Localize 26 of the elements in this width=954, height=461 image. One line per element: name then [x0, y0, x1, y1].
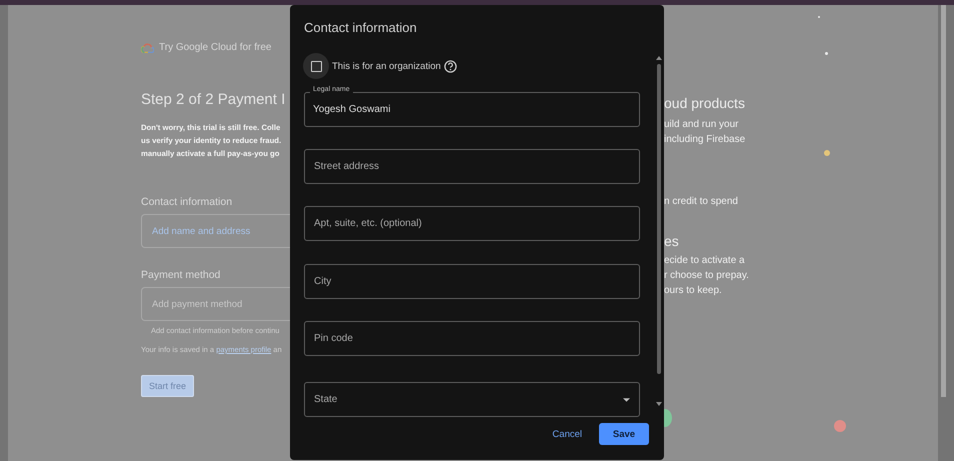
brand-title: Try Google Cloud for free — [159, 42, 272, 53]
body-text: including Firebase — [664, 133, 746, 147]
body-text: uild and run your — [664, 118, 740, 132]
input-field[interactable]: City — [304, 264, 640, 299]
body-text: ours to keep. — [664, 284, 723, 298]
section-heading: oud products — [664, 95, 746, 111]
input-field[interactable]: Apt, suite, etc. (optional) — [304, 206, 640, 241]
body-text: n credit to spend — [664, 195, 739, 209]
input-field[interactable]: Pin code — [304, 321, 640, 356]
section-label: Contact information — [141, 196, 234, 208]
checkbox-label: This is for an organization — [332, 60, 441, 72]
save-button[interactable]: Save — [599, 423, 649, 445]
dot-decoration — [825, 52, 828, 55]
organization-checkbox[interactable] — [310, 60, 322, 72]
body-text: ecide to activate a — [664, 254, 746, 268]
section-heading: es — [664, 233, 680, 249]
input-field[interactable]: Street address — [304, 149, 640, 184]
state-dropdown[interactable]: State — [304, 382, 640, 417]
dialog-title: Contact information — [304, 20, 417, 35]
cancel-button[interactable]: Cancel — [552, 424, 582, 444]
caret-icon — [623, 398, 630, 402]
help-icon[interactable] — [444, 60, 457, 72]
body-text: r choose to prepay. — [664, 269, 750, 283]
page-heading: Step 2 of 2 Payment I — [141, 91, 286, 108]
cloud-logo-icon — [141, 42, 154, 52]
section-label: Payment method — [141, 269, 222, 281]
